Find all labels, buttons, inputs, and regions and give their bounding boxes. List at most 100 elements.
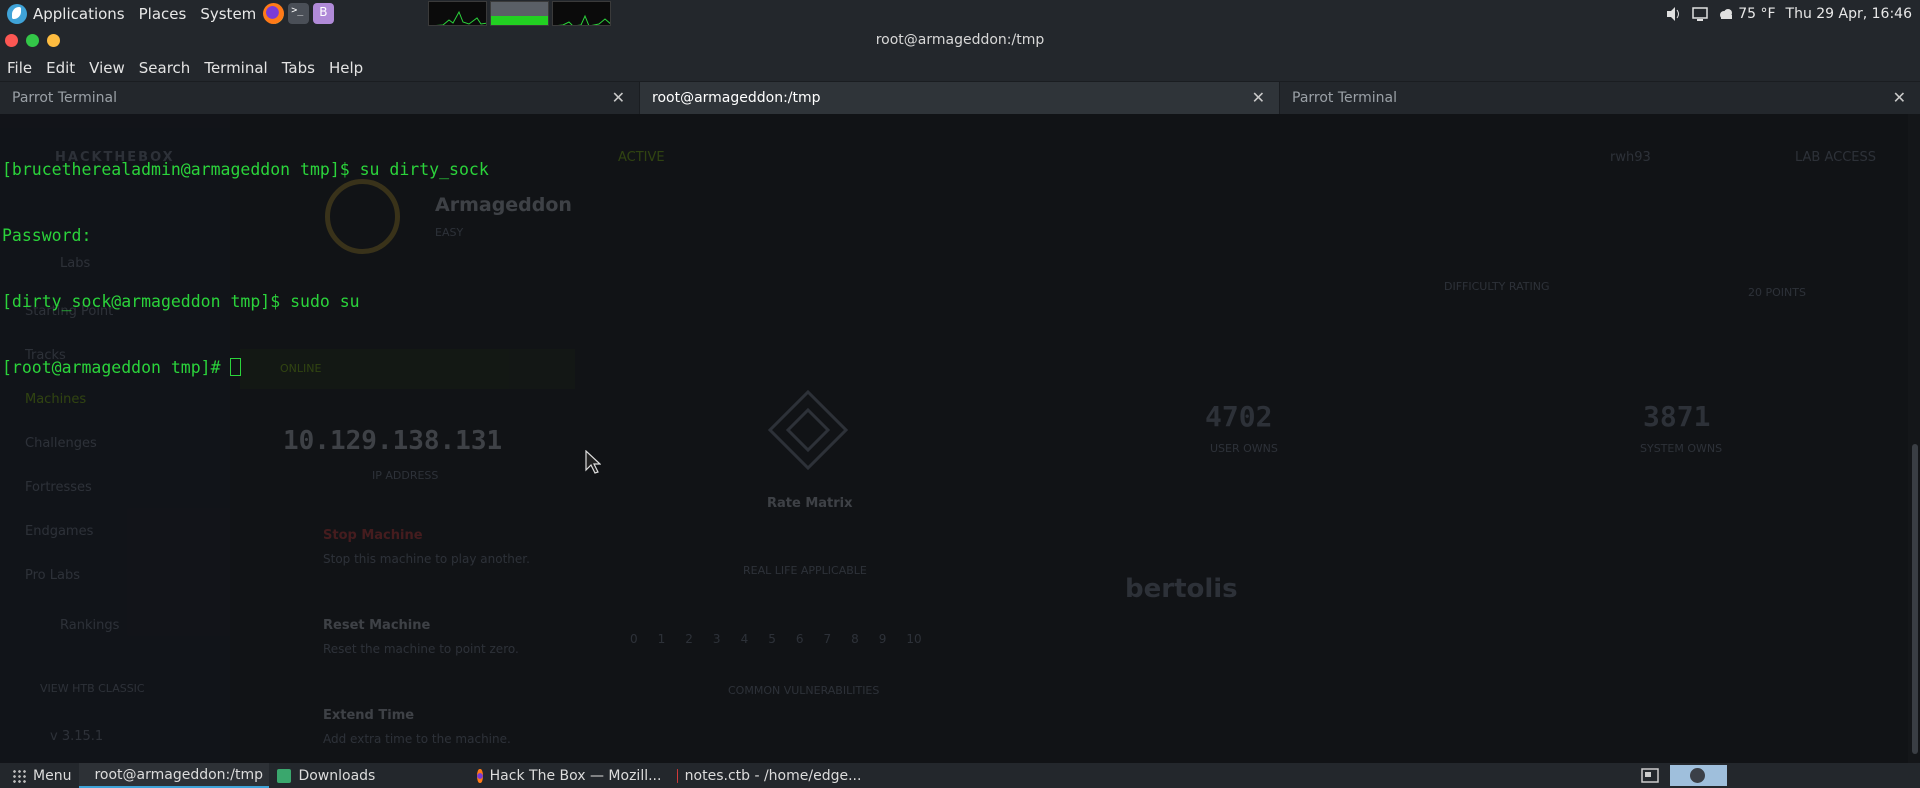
task-downloads[interactable]: Downloads [269,763,469,788]
scrollbar-thumb[interactable] [1912,444,1918,754]
firefox-icon [477,768,483,783]
ghost-scale-tick: 7 [823,632,832,646]
display-icon[interactable] [1692,6,1708,21]
weather-cloud-icon [1720,8,1733,19]
weather[interactable]: 75 °F [1718,6,1776,22]
parrot-logo-icon [7,3,27,24]
terminal-line: [brucetherealadmin@armageddon tmp]$ su d… [2,160,489,179]
ghost-rate-matrix: Rate Matrix [767,496,853,511]
terminal-launcher-icon[interactable] [288,3,310,24]
memory-monitor [490,1,549,26]
ghost-scale-tick: 0 [630,632,638,646]
tab-label: root@armageddon:/tmp [652,90,821,106]
volume-icon[interactable] [1666,6,1682,21]
ghost-side-8: Rankings [60,618,120,633]
tab-label: Parrot Terminal [12,90,118,106]
ghost-side-6: Endgames [25,524,94,539]
mouse-pointer-icon [585,450,601,474]
ghost-scale-tick: 5 [768,632,776,646]
ghost-scale-tick: 4 [740,632,749,646]
ghost-scale-tick: 9 [878,632,887,646]
ghost-ip: 10.129.138.131 [283,426,503,456]
workspace-terminal-icon [1690,768,1705,783]
tab-parrot-terminal-1[interactable]: Parrot Terminal ✕ [0,82,640,115]
system-tray: 75 °F Thu 29 Apr, 16:46 [1666,0,1920,27]
ghost-side-5: Fortresses [25,480,92,495]
ghost-user-owns-label: USER OWNS [1210,442,1278,455]
ghost-extend-desc: Add extra time to the machine. [323,732,511,746]
tab-parrot-terminal-2[interactable]: Parrot Terminal ✕ [1280,82,1920,115]
ghost-scale-tick: 6 [795,632,804,646]
notes-launcher-icon[interactable] [313,3,335,24]
terminal-prompt: [root@armageddon tmp]# [2,358,231,377]
ghost-difficulty-rating: DIFFICULTY RATING [1444,280,1550,293]
network-monitor [552,1,611,26]
terminal-line: Password: [2,226,92,245]
folder-icon [277,768,292,783]
window-titlebar[interactable]: root@armageddon:/tmp [0,27,1920,54]
ghost-real-life: REAL LIFE APPLICABLE [743,564,867,577]
menu-view[interactable]: View [82,59,132,77]
ghost-ip-label: IP ADDRESS [372,469,439,482]
terminal-line: [dirty_sock@armageddon tmp]$ sudo su [2,292,360,311]
ghost-scale-tick: 3 [712,632,721,646]
task-label: notes.ctb - /home/edge... [684,767,862,784]
tab-bar: Parrot Terminal ✕ root@armageddon:/tmp ✕… [0,81,1920,115]
menu-search[interactable]: Search [132,59,198,77]
terminal-view[interactable]: HACKTHEBOX ACTIVE rwh93 LAB ACCESS Labs … [0,114,1920,763]
ghost-status: ACTIVE [618,150,665,165]
menu-file[interactable]: File [0,59,39,77]
menu-terminal[interactable]: Terminal [197,59,274,77]
clock[interactable]: Thu 29 Apr, 16:46 [1786,6,1912,22]
menu-grid-icon [12,768,26,783]
ghost-scale-tick: 10 [906,632,922,646]
task-label: Downloads [298,767,376,784]
task-notes[interactable]: notes.ctb - /home/edge... [669,763,869,788]
show-desktop-icon[interactable] [1640,765,1660,786]
task-terminal[interactable]: root@armageddon:/tmp [79,763,270,788]
applications-menu[interactable]: Applications [0,0,132,27]
workspace-1[interactable] [1670,765,1727,786]
ghost-lab-access: LAB ACCESS [1795,150,1877,165]
ghost-scale-tick: 1 [657,632,666,646]
ghost-version: v 3.15.1 [50,729,104,744]
terminal-prompt-line: [root@armageddon tmp]# [2,357,489,379]
terminal-output: [brucetherealadmin@armageddon tmp]$ su d… [2,115,489,423]
ghost-creator: bertolis [1125,574,1238,604]
close-tab-icon[interactable]: ✕ [1252,88,1265,107]
tab-root-armageddon[interactable]: root@armageddon:/tmp ✕ [640,82,1280,115]
top-panel: Applications Places System 75 °F Thu 29 … [0,0,1920,27]
ghost-user-owns: 4702 [1205,400,1273,433]
ghost-rate-matrix-icon [768,390,848,470]
menu-edit[interactable]: Edit [39,59,82,77]
window-title: root@armageddon:/tmp [875,32,1045,48]
ghost-reset: Reset Machine [323,618,431,633]
terminal-scrollbar[interactable] [1908,114,1920,763]
close-tab-icon[interactable]: ✕ [1893,88,1906,107]
menubar: File Edit View Search Terminal Tabs Help [0,54,1920,81]
menu-tabs[interactable]: Tabs [275,59,322,77]
firefox-launcher-icon[interactable] [263,3,285,24]
menu-label: Menu [33,767,72,784]
ghost-view-classic: VIEW HTB CLASSIC [40,682,145,695]
ghost-reset-desc: Reset the machine to point zero. [323,642,519,656]
ghost-points: 20 POINTS [1748,286,1806,299]
task-label: Hack The Box — Mozill... [489,767,662,784]
cpu-monitor [428,1,487,26]
close-tab-icon[interactable]: ✕ [612,88,625,107]
menu-button[interactable]: Menu [0,763,79,788]
system-monitors [428,1,611,26]
system-menu[interactable]: System [193,0,263,27]
ghost-system-owns-label: SYSTEM OWNS [1640,442,1723,455]
ghost-user: rwh93 [1610,150,1651,165]
places-menu[interactable]: Places [132,0,194,27]
ghost-scale-tick: 8 [851,632,859,646]
ghost-side-7: Pro Labs [25,568,80,583]
ghost-common-vulns: COMMON VULNERABILITIES [728,684,880,697]
menu-help[interactable]: Help [322,59,370,77]
ghost-side-4: Challenges [25,436,97,451]
ghost-system-owns: 3871 [1643,400,1711,433]
bottom-panel: Menu root@armageddon:/tmp Downloads Hack… [0,763,1920,788]
text-cursor [230,358,242,376]
task-firefox[interactable]: Hack The Box — Mozill... [469,763,669,788]
